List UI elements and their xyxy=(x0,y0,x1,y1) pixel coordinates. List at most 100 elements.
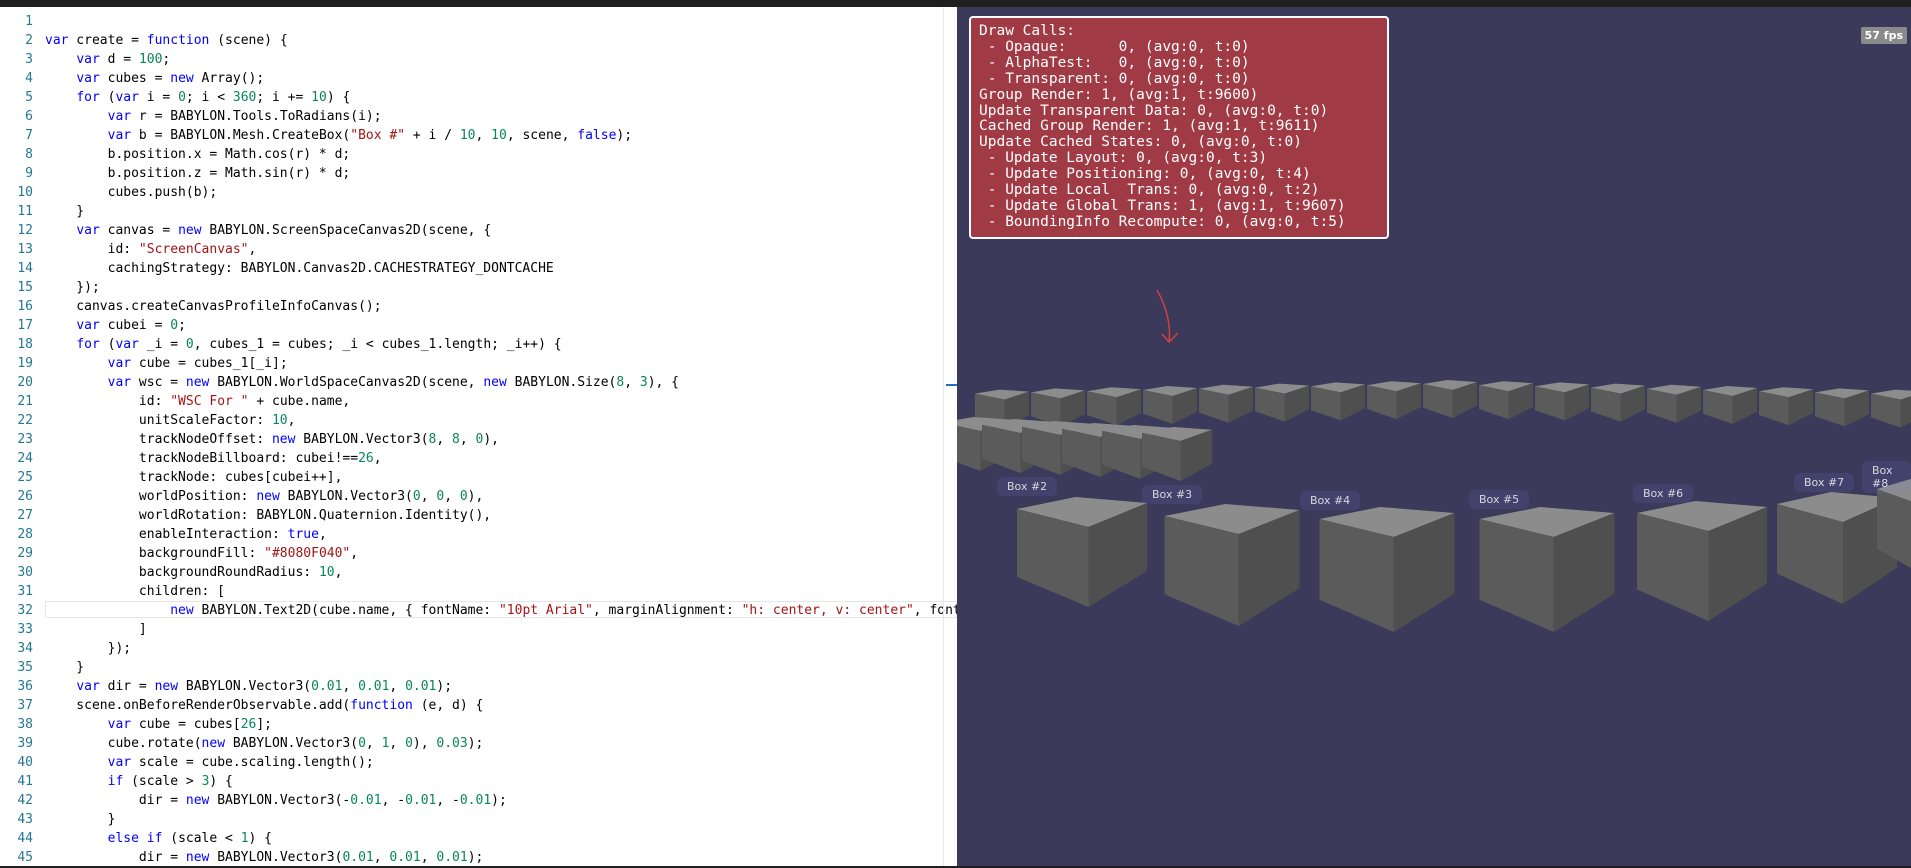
line-code[interactable]: var dir = new BABYLON.Vector3(0.01, 0.01… xyxy=(45,677,452,696)
line-number: 4 xyxy=(25,71,33,86)
line-code[interactable]: scene.onBeforeRenderObservable.add(funct… xyxy=(45,696,483,715)
line-code[interactable]: var cubes = new Array(); xyxy=(45,69,264,88)
code-line[interactable]: 27 worldRotation: BABYLON.Quaternion.Ide… xyxy=(0,506,957,525)
line-code[interactable]: unitScaleFactor: 10, xyxy=(45,411,296,430)
code-line[interactable]: 29 backgroundFill: "#8080F040", xyxy=(0,544,957,563)
code-line[interactable]: 36 var dir = new BABYLON.Vector3(0.01, 0… xyxy=(0,677,957,696)
code-line[interactable]: 6 var r = BABYLON.Tools.ToRadians(i); xyxy=(0,107,957,126)
line-code[interactable]: } xyxy=(45,810,116,829)
line-code[interactable]: var cube = cubes_1[_i]; xyxy=(45,354,288,373)
line-code[interactable]: var cube = cubes[26]; xyxy=(45,715,272,734)
code-line[interactable]: 4 var cubes = new Array(); xyxy=(0,69,957,88)
render-viewport[interactable]: Draw Calls: - Opaque: 0, (avg:0, t:0) - … xyxy=(957,7,1911,866)
code-line[interactable]: 22 unitScaleFactor: 10, xyxy=(0,411,957,430)
code-line[interactable]: 45 dir = new BABYLON.Vector3(0.01, 0.01,… xyxy=(0,848,957,866)
code-line[interactable]: 40 var scale = cube.scaling.length(); xyxy=(0,753,957,772)
line-code[interactable]: worldPosition: new BABYLON.Vector3(0, 0,… xyxy=(45,487,483,506)
line-code[interactable]: var wsc = new BABYLON.WorldSpaceCanvas2D… xyxy=(45,373,679,392)
box-label: Box #7 xyxy=(1794,473,1855,492)
code-line[interactable]: 33 ] xyxy=(0,620,957,639)
code-line[interactable]: 11 } xyxy=(0,202,957,221)
code-line[interactable]: 41 if (scale > 3) { xyxy=(0,772,957,791)
line-code[interactable]: canvas.createCanvasProfileInfoCanvas(); xyxy=(45,297,381,316)
code-line[interactable]: 1 xyxy=(0,12,957,31)
code-line[interactable]: 16 canvas.createCanvasProfileInfoCanvas(… xyxy=(0,297,957,316)
code-line[interactable]: 14 cachingStrategy: BABYLON.Canvas2D.CAC… xyxy=(0,259,957,278)
line-code[interactable]: new BABYLON.Text2D(cube.name, { fontName… xyxy=(45,601,957,620)
code-line[interactable]: 42 dir = new BABYLON.Vector3(-0.01, -0.0… xyxy=(0,791,957,810)
code-line[interactable]: 10 cubes.push(b); xyxy=(0,183,957,202)
code-line[interactable]: 18 for (var _i = 0, cubes_1 = cubes; _i … xyxy=(0,335,957,354)
cube-near xyxy=(1319,507,1455,632)
line-code[interactable]: children: [ xyxy=(45,582,225,601)
code-line[interactable]: 20 var wsc = new BABYLON.WorldSpaceCanva… xyxy=(0,373,957,392)
line-code[interactable]: enableInteraction: true, xyxy=(45,525,327,544)
code-line[interactable]: 28 enableInteraction: true, xyxy=(0,525,957,544)
line-code[interactable]: cube.rotate(new BABYLON.Vector3(0, 1, 0)… xyxy=(45,734,484,753)
line-code[interactable]: var canvas = new BABYLON.ScreenSpaceCanv… xyxy=(45,221,491,240)
code-line[interactable]: 3 var d = 100; xyxy=(0,50,957,69)
line-number: 26 xyxy=(17,489,33,504)
code-line[interactable]: 2 var create = function (scene) { xyxy=(0,31,957,50)
line-code[interactable]: cubes.push(b); xyxy=(45,183,218,202)
line-code[interactable]: }); xyxy=(45,639,131,658)
line-code[interactable]: b.position.x = Math.cos(r) * d; xyxy=(45,145,351,164)
cube-far xyxy=(1143,386,1197,424)
code-line[interactable]: 38 var cube = cubes[26]; xyxy=(0,715,957,734)
line-number: 12 xyxy=(17,223,33,238)
code-line[interactable]: 5 for (var i = 0; i < 360; i += 10) { xyxy=(0,88,957,107)
line-code[interactable]: var d = 100; xyxy=(45,50,170,69)
line-code[interactable]: backgroundRoundRadius: 10, xyxy=(45,563,343,582)
line-number: 44 xyxy=(17,831,33,846)
line-code[interactable]: id: "ScreenCanvas", xyxy=(45,240,257,259)
code-line[interactable]: 9 b.position.z = Math.sin(r) * d; xyxy=(0,164,957,183)
line-code[interactable]: if (scale > 3) { xyxy=(45,772,233,791)
line-code[interactable]: ] xyxy=(45,620,147,639)
code-line[interactable]: 17 var cubei = 0; xyxy=(0,316,957,335)
code-line[interactable]: 8 b.position.x = Math.cos(r) * d; xyxy=(0,145,957,164)
line-code[interactable]: for (var i = 0; i < 360; i += 10) { xyxy=(45,88,350,107)
line-code[interactable]: backgroundFill: "#8080F040", xyxy=(45,544,358,563)
code-line[interactable]: 23 trackNodeOffset: new BABYLON.Vector3(… xyxy=(0,430,957,449)
code-line[interactable]: 32 new BABYLON.Text2D(cube.name, { fontN… xyxy=(0,601,957,620)
code-line[interactable]: 35 } xyxy=(0,658,957,677)
line-code[interactable]: trackNodeBillboard: cubei!==26, xyxy=(45,449,382,468)
code-line[interactable]: 21 id: "WSC For " + cube.name, xyxy=(0,392,957,411)
code-line[interactable]: 24 trackNodeBillboard: cubei!==26, xyxy=(0,449,957,468)
code-line[interactable]: 7 var b = BABYLON.Mesh.CreateBox("Box #"… xyxy=(0,126,957,145)
line-number: 42 xyxy=(17,793,33,808)
line-code[interactable]: cachingStrategy: BABYLON.Canvas2D.CACHES… xyxy=(45,259,554,278)
line-code[interactable]: for (var _i = 0, cubes_1 = cubes; _i < c… xyxy=(45,335,561,354)
line-code[interactable]: } xyxy=(45,658,84,677)
code-line[interactable]: 15 }); xyxy=(0,278,957,297)
line-code[interactable]: var b = BABYLON.Mesh.CreateBox("Box #" +… xyxy=(45,126,632,145)
line-code[interactable]: worldRotation: BABYLON.Quaternion.Identi… xyxy=(45,506,491,525)
line-code[interactable]: b.position.z = Math.sin(r) * d; xyxy=(45,164,351,183)
code-line[interactable]: 44 else if (scale < 1) { xyxy=(0,829,957,848)
line-code[interactable]: var cubei = 0; xyxy=(45,316,186,335)
code-editor[interactable]: 1 2 var create = function (scene) {3 var d… xyxy=(0,7,957,866)
code-line[interactable]: 43 } xyxy=(0,810,957,829)
line-code[interactable]: }); xyxy=(45,278,100,297)
line-code[interactable]: else if (scale < 1) { xyxy=(45,829,272,848)
code-line[interactable]: 12 var canvas = new BABYLON.ScreenSpaceC… xyxy=(0,221,957,240)
line-code[interactable]: var r = BABYLON.Tools.ToRadians(i); xyxy=(45,107,382,126)
line-code[interactable]: dir = new BABYLON.Vector3(-0.01, -0.01, … xyxy=(45,791,507,810)
line-code[interactable]: trackNode: cubes[cubei++], xyxy=(45,468,343,487)
code-line[interactable]: 30 backgroundRoundRadius: 10, xyxy=(0,563,957,582)
line-code[interactable]: var scale = cube.scaling.length(); xyxy=(45,753,374,772)
code-line[interactable]: 37 scene.onBeforeRenderObservable.add(fu… xyxy=(0,696,957,715)
code-line[interactable]: 19 var cube = cubes_1[_i]; xyxy=(0,354,957,373)
line-code[interactable]: dir = new BABYLON.Vector3(0.01, 0.01, 0.… xyxy=(45,848,483,866)
code-line[interactable]: 13 id: "ScreenCanvas", xyxy=(0,240,957,259)
code-line[interactable]: 34 }); xyxy=(0,639,957,658)
code-line[interactable]: 31 children: [ xyxy=(0,582,957,601)
line-code[interactable]: } xyxy=(45,202,84,221)
line-code[interactable]: trackNodeOffset: new BABYLON.Vector3(8, … xyxy=(45,430,499,449)
code-line[interactable]: 39 cube.rotate(new BABYLON.Vector3(0, 1,… xyxy=(0,734,957,753)
code-line[interactable]: 25 trackNode: cubes[cubei++], xyxy=(0,468,957,487)
cube-far xyxy=(1311,382,1365,421)
line-code[interactable]: id: "WSC For " + cube.name, xyxy=(45,392,350,411)
code-line[interactable]: 26 worldPosition: new BABYLON.Vector3(0,… xyxy=(0,487,957,506)
line-code[interactable]: var create = function (scene) { xyxy=(45,31,288,50)
